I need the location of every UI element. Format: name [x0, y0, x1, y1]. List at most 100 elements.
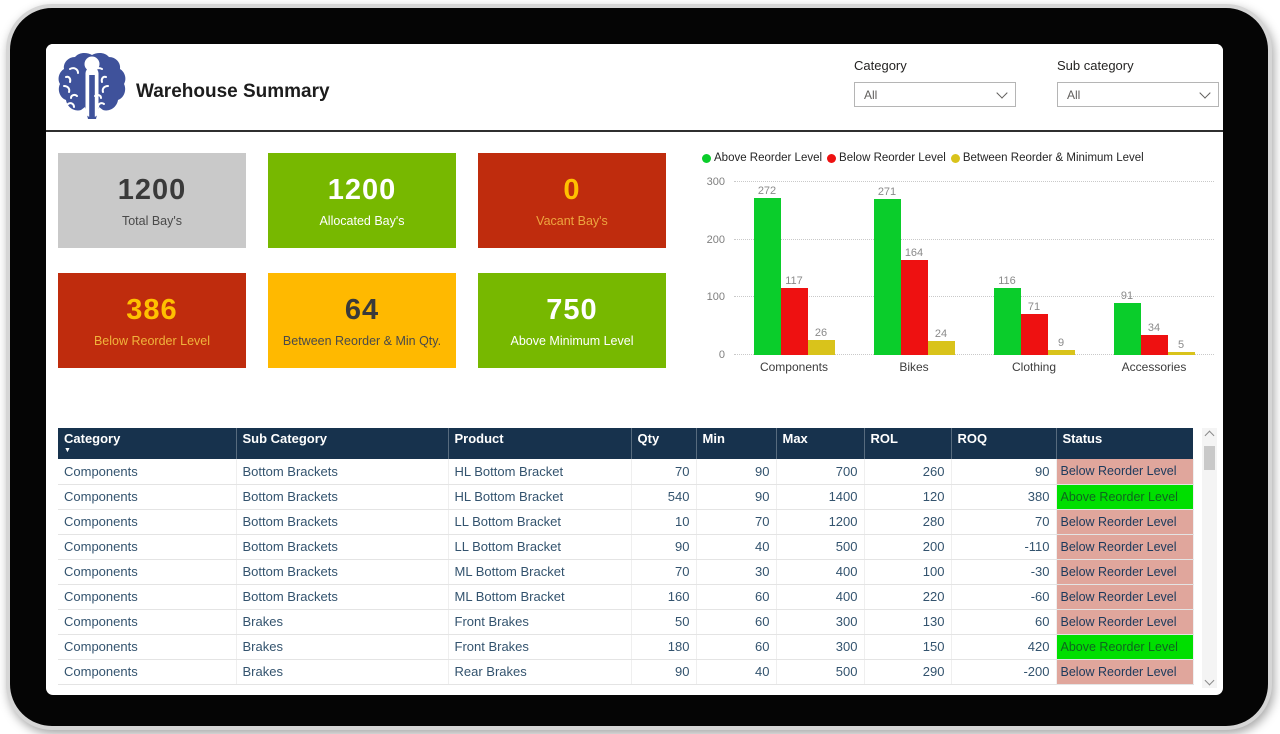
bar-data-label: 117 — [785, 275, 803, 287]
kpi-value: 64 — [345, 294, 379, 327]
bar[interactable] — [781, 288, 808, 355]
cell-number: 160 — [631, 584, 696, 609]
column-header-min[interactable]: Min — [696, 428, 776, 459]
cell-number: 70 — [631, 559, 696, 584]
bar[interactable] — [994, 288, 1021, 355]
bar-groups: 272117262711642411671991345 — [734, 182, 1214, 355]
cell-number: 290 — [864, 659, 951, 684]
kpi-card-4[interactable]: 64Between Reorder & Min Qty. — [268, 273, 456, 368]
table-row[interactable]: ComponentsBottom BracketsLL Bottom Brack… — [58, 534, 1193, 559]
column-header-product[interactable]: Product — [448, 428, 631, 459]
scroll-down-icon[interactable] — [1205, 676, 1215, 686]
category-filter-dropdown[interactable]: All — [854, 82, 1016, 107]
cell-number: 150 — [864, 634, 951, 659]
cell-number: 300 — [776, 609, 864, 634]
y-axis-tick: 0 — [719, 349, 725, 361]
bar-group-bikes: 27116424 — [874, 186, 955, 355]
cell-number: 60 — [696, 609, 776, 634]
cell-text: Components — [58, 634, 236, 659]
bar[interactable] — [1021, 314, 1048, 355]
subcategory-filter-dropdown[interactable]: All — [1057, 82, 1219, 107]
category-filter-label: Category — [854, 58, 1016, 73]
status-badge: Below Reorder Level — [1056, 559, 1193, 584]
cell-text: ML Bottom Bracket — [448, 584, 631, 609]
bar-column: 271 — [874, 186, 901, 355]
cell-text: Components — [58, 509, 236, 534]
table-row[interactable]: ComponentsBrakesFront Brakes180603001504… — [58, 634, 1193, 659]
table-row[interactable]: ComponentsBottom BracketsLL Bottom Brack… — [58, 509, 1193, 534]
cell-number: 60 — [696, 634, 776, 659]
category-filter: Category All — [854, 58, 1016, 107]
table-row[interactable]: ComponentsBrakesRear Brakes9040500290-20… — [58, 659, 1193, 684]
bar-data-label: 116 — [998, 275, 1016, 287]
category-filter-value: All — [864, 88, 877, 102]
column-header-max[interactable]: Max — [776, 428, 864, 459]
kpi-label: Above Minimum Level — [511, 334, 634, 348]
legend-item[interactable]: Between Reorder & Minimum Level — [951, 152, 1144, 164]
bar[interactable] — [1168, 352, 1195, 355]
bar[interactable] — [754, 198, 781, 355]
bar-data-label: 34 — [1148, 322, 1160, 334]
bar[interactable] — [1114, 303, 1141, 355]
column-header-roq[interactable]: ROQ — [951, 428, 1056, 459]
legend-label: Between Reorder & Minimum Level — [963, 152, 1144, 164]
status-badge: Below Reorder Level — [1056, 659, 1193, 684]
legend-item[interactable]: Below Reorder Level — [827, 152, 946, 164]
scrollbar-thumb[interactable] — [1204, 446, 1215, 470]
status-badge: Below Reorder Level — [1056, 609, 1193, 634]
cell-number: 90 — [696, 484, 776, 509]
table-row[interactable]: ComponentsBottom BracketsHL Bottom Brack… — [58, 459, 1193, 484]
cell-number: 10 — [631, 509, 696, 534]
bar[interactable] — [808, 340, 835, 355]
bar-column: 71 — [1021, 301, 1048, 355]
status-badge: Below Reorder Level — [1056, 534, 1193, 559]
bar[interactable] — [928, 341, 955, 355]
bar[interactable] — [874, 199, 901, 355]
column-header-rol[interactable]: ROL — [864, 428, 951, 459]
cell-number: 60 — [696, 584, 776, 609]
y-axis-tick: 100 — [707, 291, 725, 303]
legend-dot-icon — [702, 154, 711, 163]
status-badge: Above Reorder Level — [1056, 634, 1193, 659]
kpi-value: 1200 — [328, 174, 397, 207]
bar[interactable] — [1048, 350, 1075, 355]
table-row[interactable]: ComponentsBottom BracketsML Bottom Brack… — [58, 559, 1193, 584]
kpi-label: Allocated Bay's — [319, 214, 404, 228]
column-header-qty[interactable]: Qty — [631, 428, 696, 459]
kpi-card-3[interactable]: 386Below Reorder Level — [58, 273, 246, 368]
cell-number: -30 — [951, 559, 1056, 584]
brain-logo-icon — [56, 51, 128, 123]
y-axis-tick: 300 — [707, 176, 725, 188]
bar[interactable] — [901, 260, 928, 355]
bar-column: 116 — [994, 275, 1021, 355]
column-header-status[interactable]: Status — [1056, 428, 1193, 459]
kpi-card-1[interactable]: 1200 Allocated Bay's — [268, 153, 456, 248]
subcategory-filter-value: All — [1067, 88, 1080, 102]
chevron-down-icon — [1199, 87, 1210, 98]
column-header-category[interactable]: Category▼ — [58, 428, 236, 459]
sort-descending-icon: ▼ — [64, 447, 236, 454]
cell-text: Brakes — [236, 609, 448, 634]
bar[interactable] — [1141, 335, 1168, 355]
cell-number: 90 — [696, 459, 776, 484]
cell-text: HL Bottom Bracket — [448, 459, 631, 484]
table-scrollbar[interactable] — [1202, 428, 1217, 688]
kpi-card-2[interactable]: 0Vacant Bay's — [478, 153, 666, 248]
table-row[interactable]: ComponentsBrakesFront Brakes506030013060… — [58, 609, 1193, 634]
column-header-sub-category[interactable]: Sub Category — [236, 428, 448, 459]
bar-data-label: 271 — [878, 186, 896, 198]
legend-label: Below Reorder Level — [839, 152, 946, 164]
cell-number: 1400 — [776, 484, 864, 509]
table-row[interactable]: ComponentsBottom BracketsML Bottom Brack… — [58, 584, 1193, 609]
bar-column: 9 — [1048, 337, 1075, 355]
legend-label: Above Reorder Level — [714, 152, 822, 164]
cell-number: 380 — [951, 484, 1056, 509]
cell-number: -110 — [951, 534, 1056, 559]
kpi-card-0[interactable]: 1200Total Bay's — [58, 153, 246, 248]
kpi-card-5[interactable]: 750Above Minimum Level — [478, 273, 666, 368]
table-row[interactable]: ComponentsBottom BracketsHL Bottom Brack… — [58, 484, 1193, 509]
scroll-up-icon[interactable] — [1205, 431, 1215, 441]
cell-number: -60 — [951, 584, 1056, 609]
legend-item[interactable]: Above Reorder Level — [702, 152, 822, 164]
cell-number: 260 — [864, 459, 951, 484]
